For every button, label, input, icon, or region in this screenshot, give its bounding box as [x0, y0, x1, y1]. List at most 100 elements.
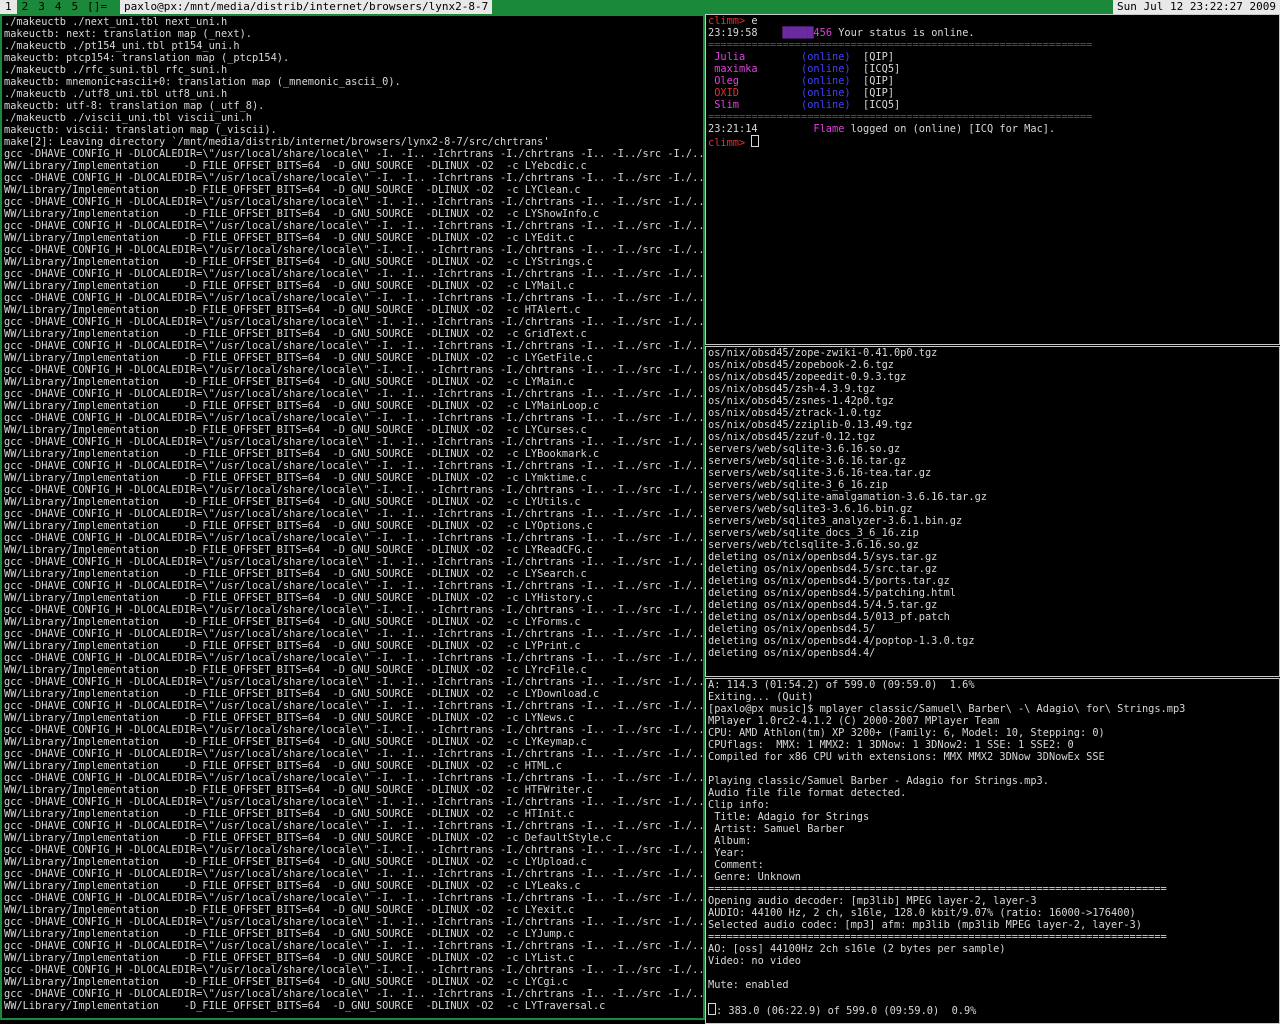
rsync-terminal-window[interactable]: os/nix/obsd45/zope-zwiki-0.41.0p0.tgz os/…	[705, 346, 1280, 677]
player-log-line: A: 114.3 (01:54.2) of 599.0 (09:59.0) 1.…	[708, 679, 975, 691]
build-log-line: WW/Library/Implementation -D_FILE_OFFSET…	[4, 904, 575, 916]
player-log-line: Clip info:	[708, 799, 770, 811]
player-log-line: Title: Adagio for Strings	[708, 811, 870, 823]
player-log-line: MPlayer 1.0rc2-4.1.2 (C) 2000-2007 MPlay…	[708, 715, 1000, 727]
tag-2[interactable]: 2	[17, 0, 34, 14]
player-log-line: ========================================…	[708, 883, 1167, 895]
contact-name: Oleg	[714, 75, 740, 87]
build-log-line: gcc -DHAVE_CONFIG_H -DLOCALEDIR=\"/usr/l…	[4, 172, 705, 184]
player-log-line	[708, 763, 1279, 775]
player-log-line: ========================================…	[708, 931, 1167, 943]
player-log-line: Audio file file format detected.	[708, 787, 907, 799]
contact-client: [QIP]	[863, 87, 895, 99]
rsync-output: os/nix/obsd45/zope-zwiki-0.41.0p0.tgz os/…	[706, 347, 1279, 659]
sync-log-line: deleting os/nix/openbsd4.5/4.5.tar.gz	[708, 599, 938, 611]
sync-log-line: deleting os/nix/openbsd4.5/src.tar.gz	[708, 563, 938, 575]
contact-status: (online)	[801, 63, 851, 75]
contact-name: Slim	[714, 99, 740, 111]
sync-log-line: deleting os/nix/openbsd4.5/	[708, 623, 876, 635]
build-log-line: gcc -DHAVE_CONFIG_H -DLOCALEDIR=\"/usr/l…	[4, 724, 705, 736]
build-log-line: WW/Library/Implementation -D_FILE_OFFSET…	[4, 304, 581, 316]
tag-4[interactable]: 4	[50, 0, 67, 14]
sync-log-line: servers/web/sqlite3_analyzer-3.6.1.bin.g…	[708, 515, 963, 527]
event-message: logged on (online) [ICQ for Mac].	[844, 123, 1056, 135]
build-log-line: gcc -DHAVE_CONFIG_H -DLOCALEDIR=\"/usr/l…	[4, 388, 705, 400]
build-log-line: gcc -DHAVE_CONFIG_H -DLOCALEDIR=\"/usr/l…	[4, 436, 705, 448]
build-log-line: ./makeuctb ./rfc_suni.tbl rfc_suni.h	[4, 64, 228, 76]
tag-1[interactable]: 1	[0, 0, 17, 14]
player-log-line	[708, 991, 1279, 1003]
build-log-line: gcc -DHAVE_CONFIG_H -DLOCALEDIR=\"/usr/l…	[4, 916, 705, 928]
tag-3[interactable]: 3	[33, 0, 50, 14]
build-log-line: WW/Library/Implementation -D_FILE_OFFSET…	[4, 160, 587, 172]
contact-client: [ICQ5]	[863, 63, 901, 75]
build-log-line: WW/Library/Implementation -D_FILE_OFFSET…	[4, 400, 600, 412]
sync-log-line: deleting os/nix/openbsd4.5/sys.tar.gz	[708, 551, 938, 563]
sync-log-line: deleting os/nix/openbsd4.5/ports.tar.gz	[708, 575, 950, 587]
taskbar: 1 2 3 4 5 []= paxlo@px:/mnt/media/distrib/int…	[0, 0, 1280, 14]
build-log-line: gcc -DHAVE_CONFIG_H -DLOCALEDIR=\"/usr/l…	[4, 868, 705, 880]
build-log-line: WW/Library/Implementation -D_FILE_OFFSET…	[4, 712, 575, 724]
build-log-line: WW/Library/Implementation -D_FILE_OFFSET…	[4, 184, 581, 196]
contact-row[interactable]: Oleg (online) [QIP]	[708, 75, 1279, 87]
text-cursor[interactable]	[708, 1003, 716, 1015]
sync-log-line: os/nix/obsd45/zopebook-2.6.tgz	[708, 359, 894, 371]
build-log-line: WW/Library/Implementation -D_FILE_OFFSET…	[4, 640, 581, 652]
sync-log-line: os/nix/obsd45/zziplib-0.13.49.tgz	[708, 419, 913, 431]
build-log-line: gcc -DHAVE_CONFIG_H -DLOCALEDIR=\"/usr/l…	[4, 844, 705, 856]
build-log-line: gcc -DHAVE_CONFIG_H -DLOCALEDIR=\"/usr/l…	[4, 700, 705, 712]
tag-5[interactable]: 5	[67, 0, 84, 14]
contact-client: [ICQ5]	[863, 99, 901, 111]
build-log-line: WW/Library/Implementation -D_FILE_OFFSET…	[4, 952, 575, 964]
build-log-line: gcc -DHAVE_CONFIG_H -DLOCALEDIR=\"/usr/l…	[4, 316, 705, 328]
build-log-line: WW/Library/Implementation -D_FILE_OFFSET…	[4, 352, 593, 364]
build-log-line: makeuctb: viscii: translation map (_visc…	[4, 124, 277, 136]
build-log-line: WW/Library/Implementation -D_FILE_OFFSET…	[4, 760, 562, 772]
chat-terminal-window[interactable]: climm> e 23:19:58 █████456 Your status is…	[705, 14, 1280, 345]
build-log-line: ./makeuctb ./viscii_uni.tbl viscii_uni.h	[4, 112, 252, 124]
sync-log-line: os/nix/obsd45/zopeedit-0.9.3.tgz	[708, 371, 907, 383]
build-output: ./makeuctb ./next_uni.tbl next_uni.h make…	[2, 16, 703, 1012]
build-log-line: WW/Library/Implementation -D_FILE_OFFSET…	[4, 424, 587, 436]
contact-row[interactable]: Julia (online) [QIP]	[708, 51, 1279, 63]
contact-row[interactable]: Slim (online) [ICQ5]	[708, 99, 1279, 111]
player-log-line: Playing classic/Samuel Barber - Adagio f…	[708, 775, 1049, 787]
build-log-line: gcc -DHAVE_CONFIG_H -DLOCALEDIR=\"/usr/l…	[4, 892, 705, 904]
contact-row[interactable]: OXID (online) [QIP]	[708, 87, 1279, 99]
build-log-line: gcc -DHAVE_CONFIG_H -DLOCALEDIR=\"/usr/l…	[4, 796, 705, 808]
build-log-line: WW/Library/Implementation -D_FILE_OFFSET…	[4, 808, 575, 820]
build-log-line: gcc -DHAVE_CONFIG_H -DLOCALEDIR=\"/usr/l…	[4, 676, 705, 688]
build-log-line: gcc -DHAVE_CONFIG_H -DLOCALEDIR=\"/usr/l…	[4, 940, 705, 952]
build-log-line: WW/Library/Implementation -D_FILE_OFFSET…	[4, 784, 593, 796]
build-log-line: WW/Library/Implementation -D_FILE_OFFSET…	[4, 856, 587, 868]
build-log-line: WW/Library/Implementation -D_FILE_OFFSET…	[4, 976, 569, 988]
contact-status: (online)	[801, 87, 851, 99]
mplayer-terminal-window[interactable]: A: 114.3 (01:54.2) of 599.0 (09:59.0) 1.…	[705, 678, 1280, 1024]
text-cursor[interactable]	[751, 135, 760, 147]
contact-status: (online)	[801, 99, 851, 111]
chat-prompt-active: climm>	[708, 137, 746, 149]
contact-row[interactable]: maximka (online) [ICQ5]	[708, 63, 1279, 75]
sync-log-line: servers/web/sqlite3-3.6.16.bin.gz	[708, 503, 913, 515]
build-log-line: WW/Library/Implementation -D_FILE_OFFSET…	[4, 448, 600, 460]
build-log-line: WW/Library/Implementation -D_FILE_OFFSET…	[4, 664, 587, 676]
status-message: Your status is online.	[832, 27, 975, 39]
sync-log-line: servers/web/tclsqlite-3.6.16.so.gz	[708, 539, 919, 551]
player-log-line: Opening audio decoder: [mp3lib] MPEG lay…	[708, 895, 1037, 907]
playback-status-line: : 383.0 (06:22.9) of 599.0 (09:59.0) 0.9…	[706, 1003, 1279, 1017]
player-log-line	[708, 967, 1279, 979]
sync-log-line: os/nix/obsd45/ztrack-1.0.tgz	[708, 407, 882, 419]
layout-symbol[interactable]: []=	[83, 0, 111, 14]
player-log-line: Exiting... (Quit)	[708, 691, 814, 703]
build-terminal-window[interactable]: ./makeuctb ./next_uni.tbl next_uni.h make…	[0, 14, 705, 1020]
build-log-line: gcc -DHAVE_CONFIG_H -DLOCALEDIR=\"/usr/l…	[4, 748, 705, 760]
build-log-line: gcc -DHAVE_CONFIG_H -DLOCALEDIR=\"/usr/l…	[4, 508, 705, 520]
sync-log-line: servers/web/sqlite_docs_3_6_16.zip	[708, 527, 919, 539]
build-log-line: makeuctb: mnemonic+ascii+0: translation …	[4, 76, 401, 88]
build-log-line: WW/Library/Implementation -D_FILE_OFFSET…	[4, 256, 593, 268]
build-log-line: WW/Library/Implementation -D_FILE_OFFSET…	[4, 832, 612, 844]
contact-name: Julia	[714, 51, 746, 63]
build-log-line: gcc -DHAVE_CONFIG_H -DLOCALEDIR=\"/usr/l…	[4, 244, 705, 256]
status-uin-suffix: 456	[813, 27, 833, 39]
player-log-line: Artist: Samuel Barber	[708, 823, 845, 835]
